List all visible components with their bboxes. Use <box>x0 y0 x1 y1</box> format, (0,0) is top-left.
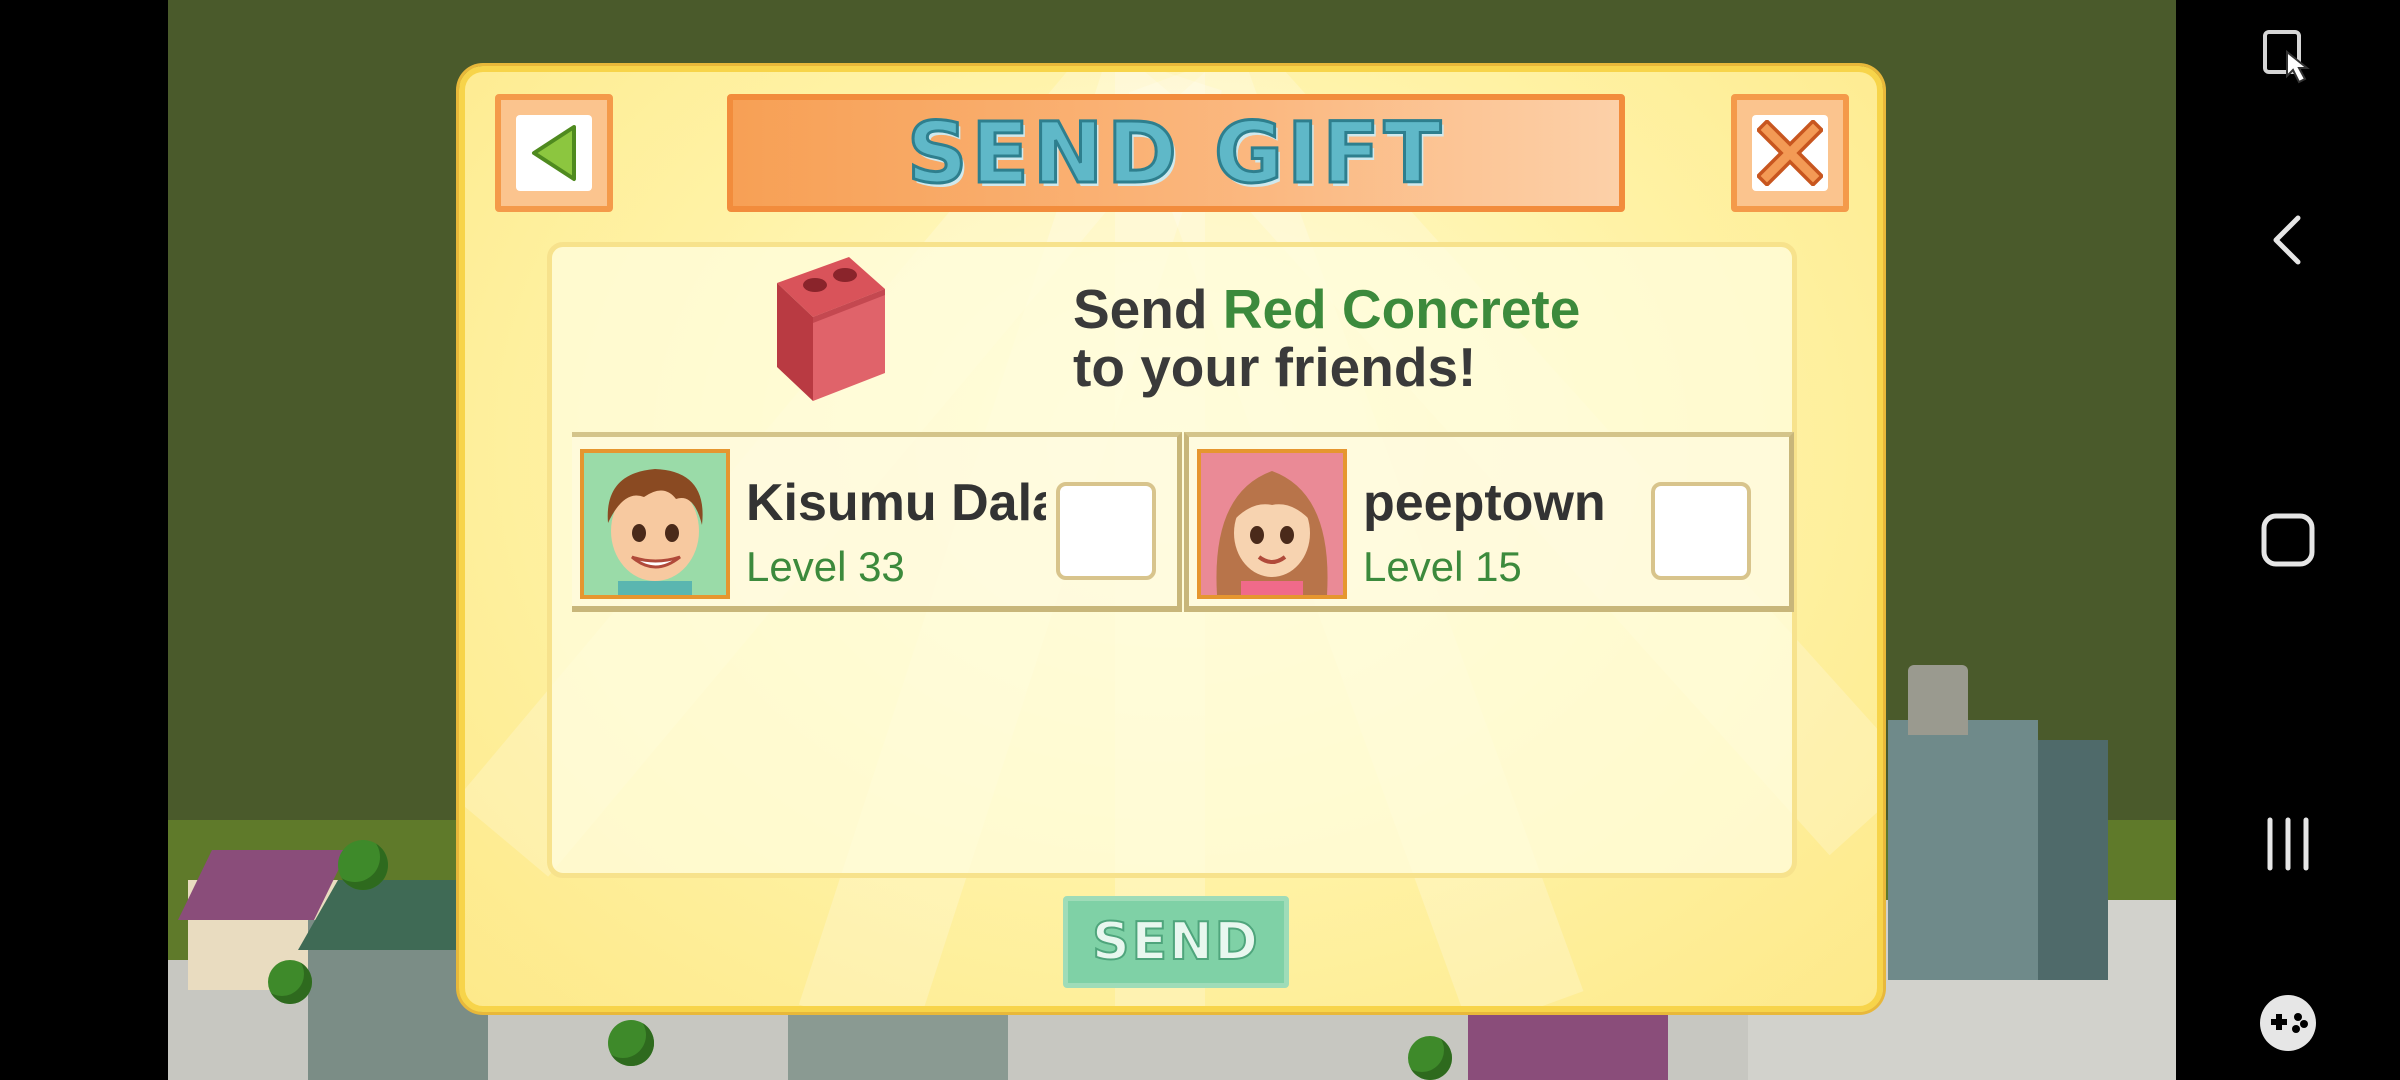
gift-message-line1: Send Red Concrete <box>1073 277 1580 341</box>
nav-home-button[interactable] <box>2176 510 2400 570</box>
close-button[interactable] <box>1731 94 1849 212</box>
roof-bottom-2 <box>1468 1012 1668 1080</box>
friend-card[interactable]: Kisumu Dala Level 33 <box>572 432 1182 612</box>
gift-item-name: Red Concrete <box>1222 278 1581 340</box>
avatar <box>1197 449 1347 599</box>
screen-touch-icon <box>2263 30 2310 84</box>
recents-bars-icon <box>2267 817 2309 871</box>
tree <box>338 840 388 890</box>
friend-card[interactable]: peeptown Level 15 <box>1184 432 1794 612</box>
system-nav-bar <box>2176 0 2400 1080</box>
tree <box>268 960 312 1004</box>
title-banner: SEND GIFT <box>727 94 1625 212</box>
back-button[interactable] <box>495 94 613 212</box>
home-square-icon <box>2261 513 2315 567</box>
send-button[interactable]: SEND <box>1063 896 1289 988</box>
screen-touch-button[interactable] <box>2176 26 2400 88</box>
friend-level: Level 15 <box>1363 543 1522 590</box>
tree <box>1408 1036 1452 1080</box>
friend-checkbox[interactable] <box>1056 482 1156 580</box>
close-button-face <box>1752 115 1828 191</box>
dialog-title: SEND GIFT <box>905 104 1446 202</box>
apartment-building-side <box>2038 740 2108 980</box>
friend-checkbox[interactable] <box>1651 482 1751 580</box>
tree <box>608 1020 654 1066</box>
red-concrete-block-icon <box>777 257 885 401</box>
nav-recents-button[interactable] <box>2176 814 2400 874</box>
back-button-face <box>516 115 592 191</box>
friend-name: peeptown <box>1363 474 1606 532</box>
game-tools-button[interactable] <box>2176 990 2400 1056</box>
gift-panel: Send Red Concrete to your friends! Kisum… <box>547 242 1797 878</box>
friend-level: Level 33 <box>746 543 905 590</box>
boy-avatar-icon <box>584 453 726 595</box>
send-gift-dialog: SEND GIFT Send Red Concrete to your frie… <box>459 66 1883 1012</box>
back-arrow-icon <box>532 125 576 181</box>
friend-name: Kisumu Dala <box>746 474 1046 532</box>
house-bottom-1 <box>788 1012 1008 1080</box>
water-tower <box>1908 665 1968 735</box>
gamepad-icon <box>2260 995 2316 1051</box>
avatar <box>580 449 730 599</box>
close-icon <box>1757 120 1823 186</box>
send-button-label: SEND <box>1091 911 1260 973</box>
gift-message-line2: to your friends! <box>1073 336 1477 398</box>
nav-back-button[interactable] <box>2176 210 2400 270</box>
girl-avatar-icon <box>1201 453 1343 595</box>
apartment-building <box>1888 720 2038 980</box>
chevron-left-icon <box>2273 215 2301 265</box>
gift-prefix: Send <box>1073 278 1223 340</box>
